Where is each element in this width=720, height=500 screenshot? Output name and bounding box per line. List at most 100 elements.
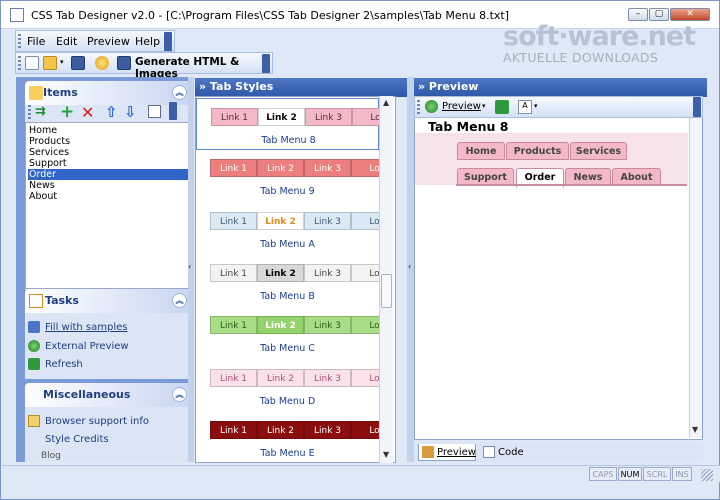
menu-help[interactable]: Help [135,35,160,48]
scroll-down-arrow[interactable]: ▼ [383,450,389,459]
style-credits-link[interactable]: Style Credits [45,434,109,445]
list-item[interactable]: Home [28,125,192,136]
tab-style-item[interactable]: Link 1 Link 2 Link 3 Lo Tab Menu C [196,307,379,359]
font-size-icon[interactable]: A [518,100,532,114]
tab-style-sample-tab: Lo [351,420,379,439]
external-preview-icon [28,340,40,352]
list-item[interactable]: Support [28,158,192,169]
misc-collapse-button[interactable]: ︽ [172,387,187,402]
generate-icon[interactable] [117,56,131,70]
list-item[interactable]: News [28,180,192,191]
browser-support-link[interactable]: Browser support info [45,416,149,427]
tab-style-sample-tab: Link 3 [304,159,351,178]
items-toolbar-grip[interactable] [28,105,31,119]
preview-toolbar: Preview ▾ A ▾ [414,96,703,118]
add-item-icon[interactable]: + [60,102,74,122]
tab-style-sample-tab: Link 3 [305,108,352,126]
tasks-collapse-button[interactable]: ︽ [172,293,187,308]
tab-style-sample-tab: Link 2 [257,159,304,178]
list-item-selected[interactable]: Order [28,169,192,180]
tab-style-sample-tab: Link 3 [304,368,351,387]
help-icon[interactable] [95,56,109,70]
open-dropdown-icon[interactable]: ▾ [60,58,64,66]
num-indicator: NUM [618,467,642,481]
tab-style-item[interactable]: Link 1 Link 2 Link 3 Lo Tab Menu B [196,255,379,307]
minimize-button[interactable]: – [628,8,648,21]
tab-preview-label: Preview [437,447,476,458]
tab-style-sample: Link 1 Link 2 Link 3 Lo [211,108,380,126]
scroll-up-arrow[interactable]: ▲ [383,98,389,107]
preview-scroll-down[interactable]: ▼ [692,425,698,434]
tab-style-item[interactable]: Link 1 Link 2 Link 3 Lo Tab Menu A [196,203,379,255]
preview-globe-icon[interactable] [425,100,438,113]
tab-style-item[interactable]: Link 1 Link 2 Link 3 Lo Tab Menu E [196,412,379,462]
blog-link[interactable]: Blog [41,451,61,461]
tab-style-sample-tab: Lo [351,159,379,178]
preview-tab-icon [422,446,434,458]
tab-style-item[interactable]: Link 1 Link 2 Link 3 Lo Tab Menu 9 [196,150,379,202]
list-item[interactable]: Services [28,147,192,158]
refresh-link[interactable]: Refresh [45,359,83,370]
menu-file[interactable]: File [27,35,45,48]
right-splitter[interactable]: ‹ [407,77,414,462]
tab-style-item[interactable]: Link 1 Link 2 Link 3 Lo Tab Menu D [196,360,379,412]
tasks-panel-header[interactable]: Tasks ︽ [25,289,194,313]
toolbar-overflow-chevron[interactable] [262,54,270,73]
tab-style-sample-tab: Link 1 [210,211,257,230]
tab-style-caption: Tab Menu D [259,395,316,407]
items-panel-title: Items [43,86,78,99]
edit-item-icon[interactable] [148,105,161,118]
open-folder-icon[interactable] [43,56,57,70]
tab-preview[interactable]: Preview [418,444,476,461]
external-preview-link[interactable]: External Preview [45,341,129,352]
preview-toolbar-chevron[interactable] [693,97,701,117]
tab-style-item[interactable]: Link 1 Link 2 Link 3 Lo Tab Menu 8 [196,98,380,150]
delete-item-icon[interactable]: ✕ [81,103,94,122]
move-down-icon[interactable]: ⇩ [124,103,137,121]
toolbar-grip[interactable] [18,56,21,70]
tab-code[interactable]: Code [480,444,530,461]
close-button[interactable]: ✕ [670,8,710,21]
tab-style-sample-tab: Link 1 [210,159,257,178]
preview-dropdown-icon[interactable]: ▾ [482,102,486,110]
scroll-thumb[interactable] [381,274,392,308]
left-splitter[interactable]: ‹ [188,77,194,462]
new-file-icon[interactable] [25,56,39,70]
preview-tab-services[interactable]: Services [570,142,627,160]
maximize-button[interactable]: ▢ [649,8,669,21]
items-collapse-button[interactable]: ︽ [172,85,187,100]
tab-style-sample-tab: Link 2 [257,368,304,387]
resize-grip[interactable] [701,469,713,481]
refresh-preview-icon[interactable] [495,100,509,114]
tab-style-caption: Tab Menu B [260,290,315,302]
items-list[interactable]: Home Products Services Support Order New… [25,122,194,289]
tab-style-sample-tab: Lo [352,108,380,126]
misc-panel-header[interactable]: Miscellaneous ︽ [25,383,194,407]
collapse-right-icon[interactable]: ‹ [408,262,411,271]
menu-edit[interactable]: Edit [56,35,77,48]
preview-dropdown-button[interactable]: Preview [442,101,481,112]
items-toolbar-chevron[interactable] [169,102,177,120]
tab-style-sample-tab: Lo [351,211,379,230]
move-up-icon[interactable]: ⇧ [105,103,118,121]
move-right-icon[interactable]: ⇉ [35,104,46,119]
tab-styles-list[interactable]: Link 1 Link 2 Link 3 Lo Tab Menu 8 Link 1 Link… [195,96,396,463]
menubar-grip[interactable] [18,34,21,48]
preview-toolbar-grip[interactable] [417,100,420,114]
tab-style-sample: Link 1 Link 2 Link 3 Lo [210,263,379,282]
save-icon[interactable] [71,56,85,70]
menu-preview[interactable]: Preview [87,35,130,48]
menubar-overflow-chevron[interactable] [164,32,172,51]
fill-samples-link[interactable]: Fill with samples [45,322,128,333]
items-toolbar: ⇉ + ✕ ⇧ ⇩ [27,102,177,122]
preview-scrollbar[interactable]: ▲ ▼ [689,98,702,438]
preview-tab-home[interactable]: Home [457,142,505,160]
preview-tab-products[interactable]: Products [506,142,569,160]
list-item[interactable]: About [28,191,192,202]
collapse-left-icon[interactable]: ‹ [188,262,191,271]
tab-styles-scrollbar[interactable]: ▲ ▼ [379,96,393,463]
font-size-dropdown-icon[interactable]: ▾ [534,102,538,110]
refresh-icon [28,358,40,370]
caps-indicator: CAPS [589,467,617,481]
list-item[interactable]: Products [28,136,192,147]
